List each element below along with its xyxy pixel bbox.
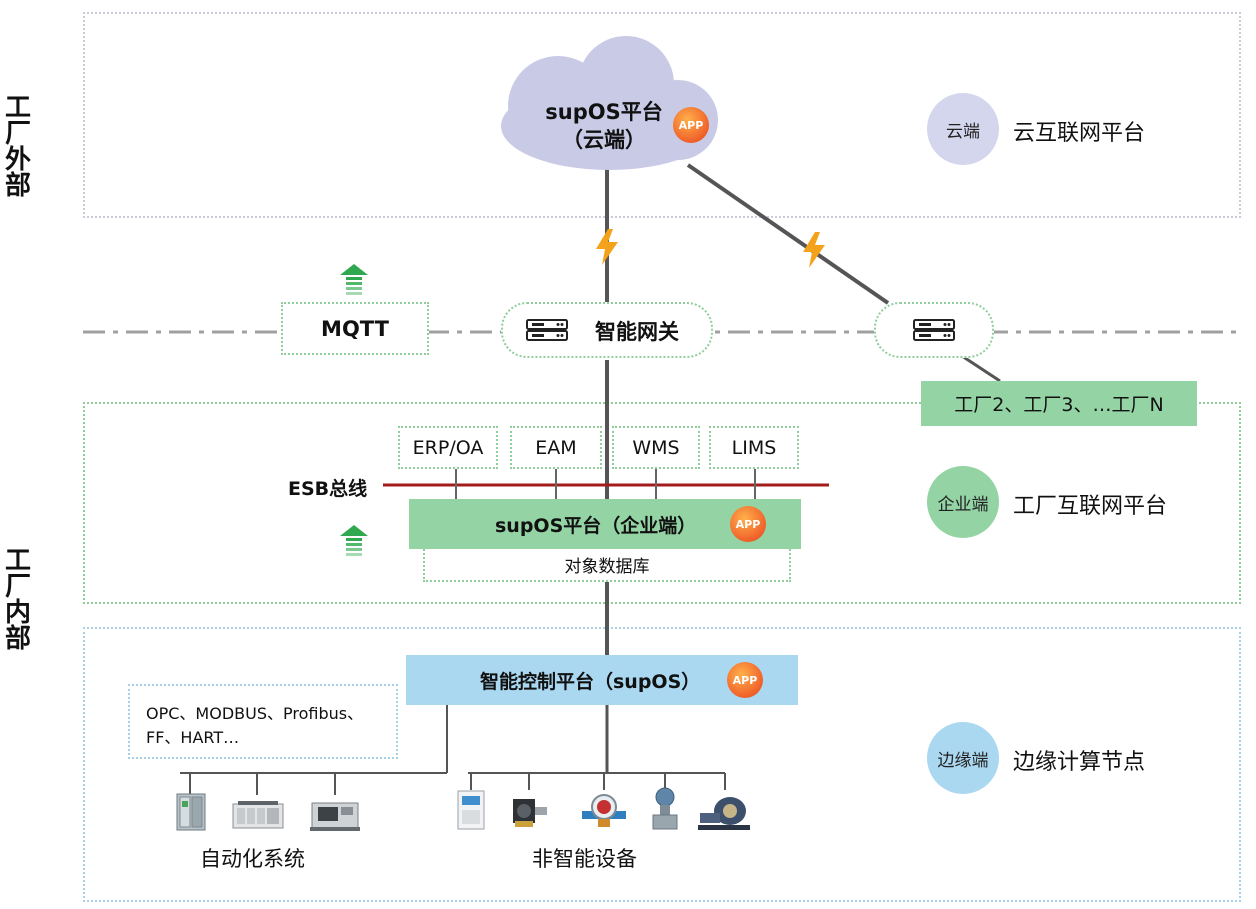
- servo-motor-icon: [513, 799, 547, 827]
- layer-label-enterprise: 工厂互联网平台: [1013, 494, 1168, 519]
- router-icon: [526, 319, 568, 341]
- control-cabinet-icon: [176, 793, 206, 831]
- cloud-app-icon: APP: [673, 107, 709, 143]
- router-icon: [913, 319, 955, 341]
- upload-arrow-icon: [340, 525, 368, 556]
- pump-icon: [698, 797, 750, 830]
- layer-label-cloud: 云互联网平台: [1013, 121, 1146, 146]
- cnc-machine-icon: [310, 802, 360, 831]
- esb-bus-label: ESB总线: [288, 478, 368, 500]
- layer-badge-cloud: 云端: [927, 93, 999, 165]
- gateway-label: 智能网关: [595, 320, 679, 344]
- layer-label-edge: 边缘计算节点: [1013, 750, 1146, 775]
- system-box-lims: LIMS: [709, 426, 799, 469]
- flow-meter-icon: [582, 794, 626, 827]
- mqtt-box: MQTT: [281, 302, 429, 355]
- plc-icon: [232, 801, 284, 829]
- control-platform: 智能控制平台（supOS） APP: [406, 655, 798, 705]
- system-box-eam: EAM: [510, 426, 602, 469]
- lightning-icon: [596, 229, 618, 265]
- automation-systems-label: 自动化系统: [200, 847, 305, 871]
- layer-badge-edge: 边缘端: [927, 722, 999, 794]
- system-box-wms: WMS: [612, 426, 700, 469]
- inverter-icon: [457, 790, 485, 830]
- protocols-box: OPC、MODBUS、Profibus、 FF、HART…: [128, 684, 398, 759]
- object-database: 对象数据库: [423, 546, 791, 582]
- non-smart-devices-label: 非智能设备: [532, 847, 637, 871]
- pressure-transmitter-icon: [652, 787, 678, 830]
- layer-badge-enterprise: 企业端: [927, 466, 999, 538]
- lightning-icon: [803, 232, 825, 268]
- cloud-title: supOS平台 （云端）: [545, 100, 663, 152]
- system-box-erp: ERP/OA: [398, 426, 498, 469]
- enterprise-app-icon: APP: [730, 506, 766, 542]
- other-factories-box: 工厂2、工厂3、…工厂N: [921, 381, 1197, 426]
- enterprise-platform: supOS平台（企业端） APP: [409, 499, 801, 549]
- control-app-icon: APP: [727, 662, 763, 698]
- upload-arrow-icon: [340, 264, 368, 295]
